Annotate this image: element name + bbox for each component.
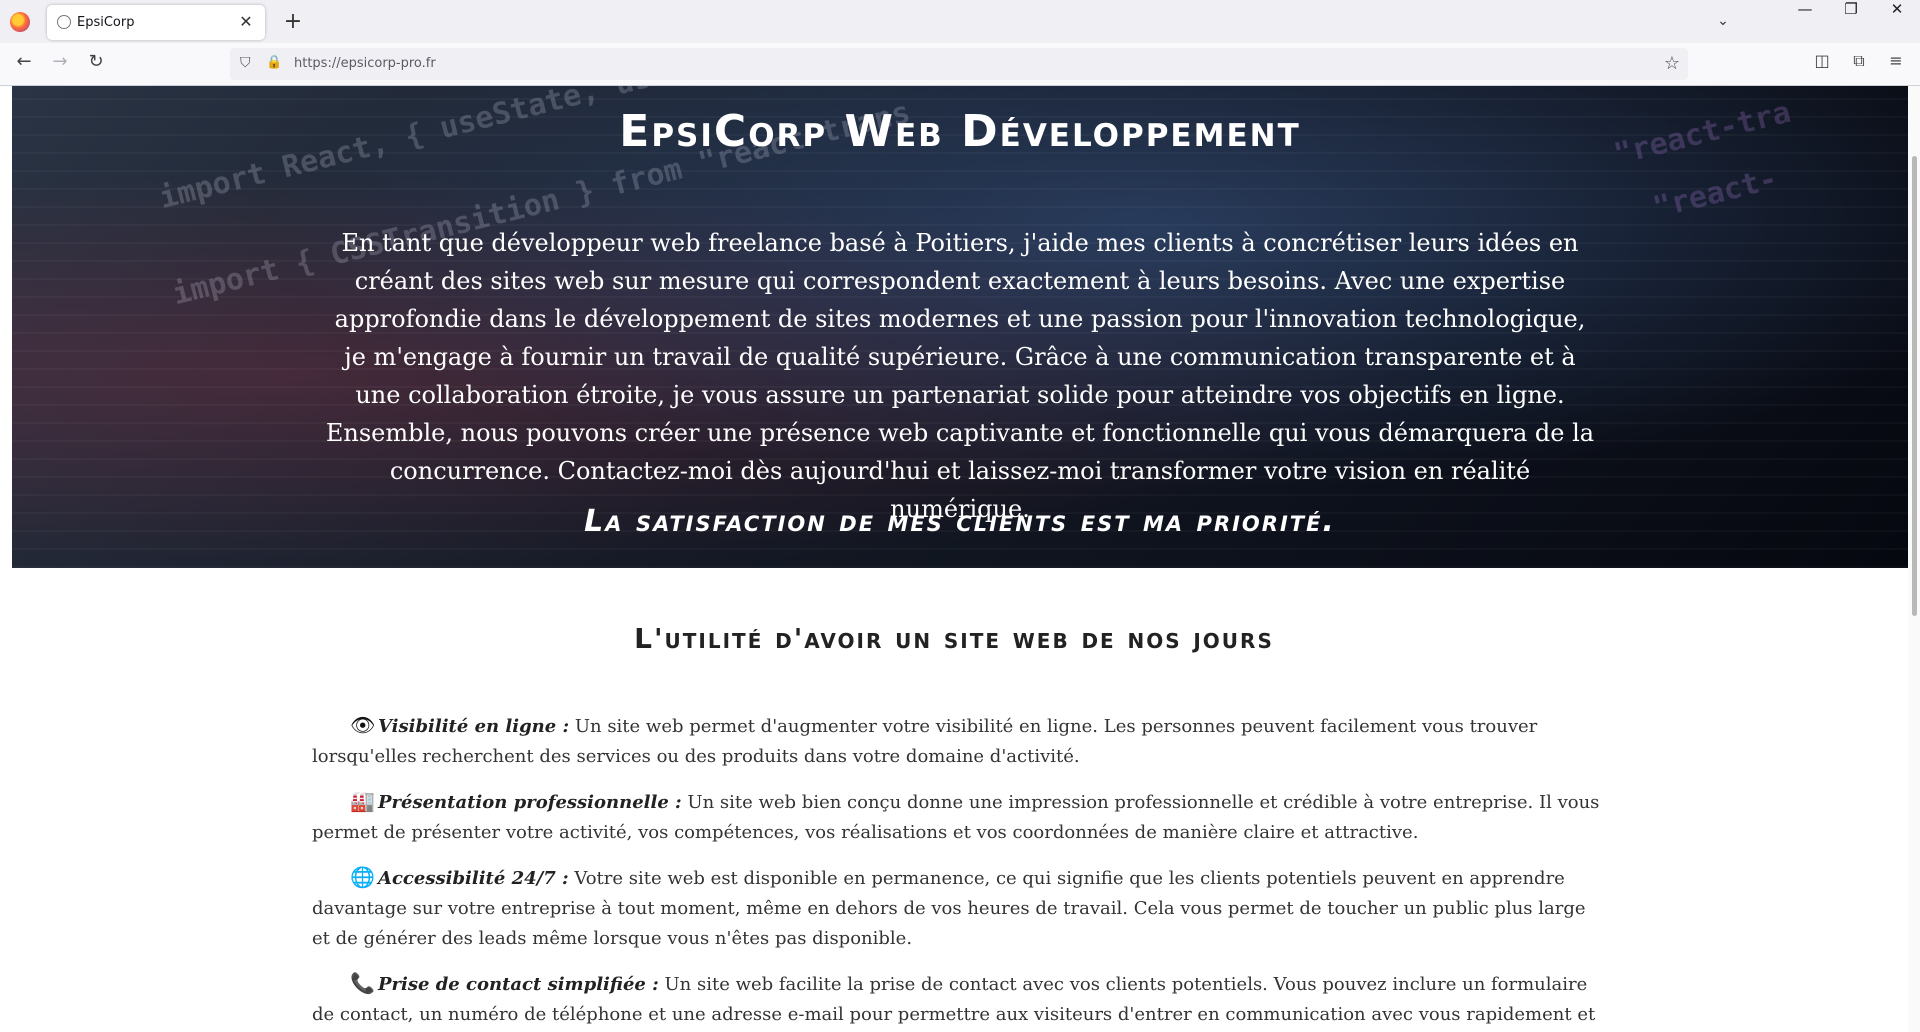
- new-tab-button[interactable]: +: [280, 9, 306, 35]
- extensions-icon[interactable]: ⧉: [1845, 51, 1873, 79]
- feature-paragraph: 🌐 Accessibilité 24/7 : Votre site web est…: [312, 864, 1602, 954]
- minimize-button[interactable]: —: [1782, 0, 1828, 43]
- feature-label: Accessibilité 24/7 :: [378, 868, 569, 889]
- close-window-button[interactable]: ✕: [1874, 0, 1920, 43]
- url-text[interactable]: https://epsicorp-pro.fr: [294, 56, 436, 71]
- tab-active[interactable]: EpsiCorp ✕: [47, 5, 265, 40]
- reload-icon[interactable]: ↻: [82, 51, 110, 79]
- feature-paragraph: 🏭 Présentation professionnelle : Un site …: [312, 788, 1602, 848]
- bookmark-star-icon[interactable]: ☆: [1664, 53, 1680, 74]
- tab-close-icon[interactable]: ✕: [235, 11, 257, 33]
- hero-tagline: La satisfaction de mes clients est ma pr…: [584, 504, 1336, 539]
- hero-banner: import React, { useState, useE import { …: [12, 86, 1908, 568]
- hero-description: En tant que développeur web freelance ba…: [325, 229, 1595, 523]
- industry-icon: 🏭: [350, 789, 375, 813]
- address-bar[interactable]: ⛉ 🔒 https://epsicorp-pro.fr ☆: [230, 48, 1688, 80]
- restore-button[interactable]: ❐: [1828, 0, 1874, 43]
- back-arrow-icon[interactable]: ←: [10, 51, 38, 79]
- page-scrollbar[interactable]: [1908, 86, 1920, 1032]
- feature-paragraph: 📞 Prise de contact simplifiée : Un site w…: [312, 970, 1602, 1030]
- tracking-shield-icon[interactable]: ⛉: [240, 55, 256, 73]
- globe-favicon-icon: [57, 15, 71, 29]
- feature-label: Visibilité en ligne :: [378, 716, 570, 737]
- scrollbar-thumb[interactable]: [1912, 156, 1917, 616]
- globe-icon: 🌐: [350, 865, 375, 889]
- tab-bar: EpsiCorp ✕ + ⌄ — ❐ ✕: [0, 0, 1920, 43]
- hero-title: EpsiCorp Web Développement: [619, 106, 1301, 157]
- pocket-icon[interactable]: ◫: [1808, 51, 1836, 79]
- forward-arrow-icon[interactable]: →: [46, 51, 74, 79]
- section-title: L'utilité d'avoir un site web de nos jou…: [634, 622, 1274, 655]
- feature-label: Présentation professionnelle :: [378, 792, 682, 813]
- tab-title: EpsiCorp: [77, 15, 135, 30]
- navigation-toolbar: ← → ↻ ⛉ 🔒 https://epsicorp-pro.fr ☆ ◫ ⧉ …: [0, 43, 1920, 86]
- firefox-logo-icon[interactable]: [10, 12, 30, 32]
- feature-paragraph: 👁 Visibilité en ligne : Un site web perme…: [312, 712, 1602, 772]
- feature-label: Prise de contact simplifiée :: [378, 974, 659, 995]
- lock-icon[interactable]: 🔒: [266, 55, 282, 73]
- tab-list-chevron-icon[interactable]: ⌄: [1708, 8, 1738, 34]
- phone-icon: 📞: [350, 971, 375, 995]
- hamburger-menu-icon[interactable]: ≡: [1882, 51, 1910, 79]
- background-code-text: "react-: [1649, 161, 1781, 226]
- eye-icon: 👁: [350, 713, 376, 737]
